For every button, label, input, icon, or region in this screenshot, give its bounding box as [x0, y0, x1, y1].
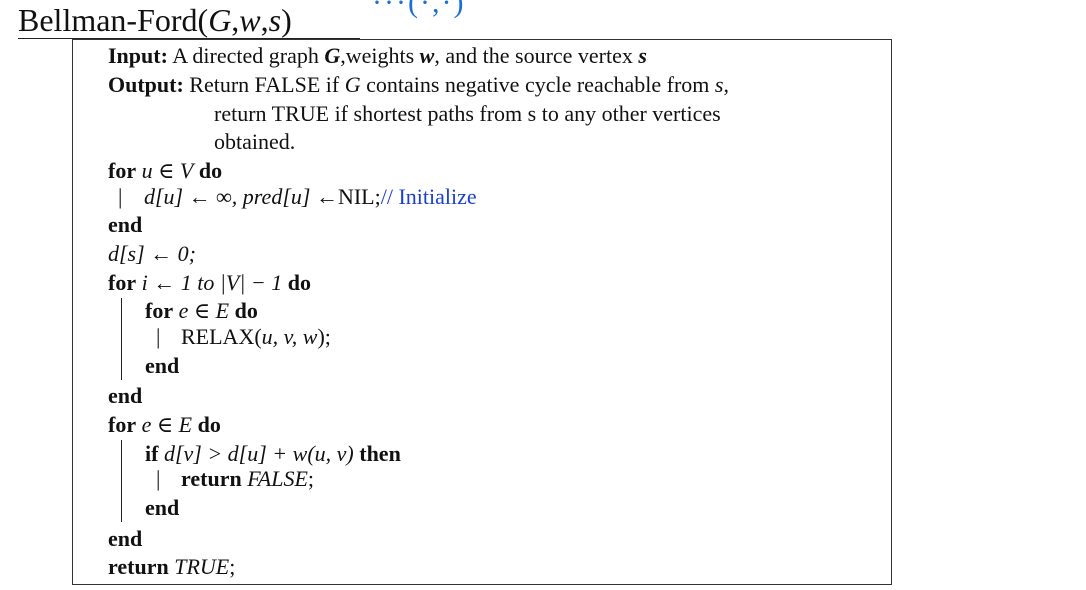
code-for-edges: for e ∈ E do	[145, 297, 258, 325]
code-end: end	[108, 212, 143, 237]
code-source-init: d[s] ← 0;	[108, 241, 197, 266]
loop-expr: e ∈ E	[178, 298, 230, 323]
algorithm-title: Bellman-Ford(G,w,s)	[18, 2, 292, 38]
keyword-for: for	[108, 158, 137, 183]
code-return-false: return FALSE;	[181, 465, 314, 493]
relax-close: );	[317, 324, 331, 349]
output-text: contains negative cycle reachable from	[360, 72, 715, 97]
input-label: Input:	[108, 43, 168, 68]
output-line-1: Output: Return FALSE if G contains negat…	[108, 71, 729, 99]
title-param-s: s	[268, 2, 282, 38]
input-graph-var: G	[324, 43, 341, 68]
code-for-iter: for i ← 1 to |V| − 1 do	[108, 269, 311, 297]
relax-args: u, v, w	[261, 324, 318, 349]
keyword-do: do	[234, 298, 258, 323]
input-text: , and the source vertex	[434, 43, 639, 68]
block-bar-glyph: |	[156, 324, 161, 349]
return-value: TRUE	[174, 554, 230, 579]
loop-expr: u ∈ V	[141, 158, 194, 183]
loop-expr: |V| − 1	[214, 270, 283, 295]
code-end: end	[145, 353, 180, 378]
code-end: end	[108, 383, 143, 408]
code-if: if d[v] > d[u] + w(u, v) then	[145, 440, 401, 468]
output-text: Return FALSE if	[189, 72, 345, 97]
title-name: Bellman-Ford(	[18, 2, 209, 38]
keyword-do: do	[197, 412, 221, 437]
output-line-2: return TRUE if shortest paths from s to …	[214, 101, 721, 126]
block-rule	[121, 298, 122, 380]
keyword-do: do	[287, 270, 311, 295]
output-text: ,	[723, 72, 729, 97]
input-text: A directed graph	[172, 43, 325, 68]
output-graph-var: G	[344, 72, 361, 97]
keyword-for: for	[145, 298, 174, 323]
block-rule	[121, 440, 122, 522]
input-weights-var: w	[419, 43, 435, 68]
input-source-var: s	[638, 43, 647, 68]
title-comma: ,	[260, 2, 269, 38]
code-for-init: for u ∈ V do	[108, 157, 222, 185]
cut-off-header-glyphs: ···(·,·)	[372, 0, 466, 19]
code-relax: RELAX(u, v, w);	[181, 323, 331, 351]
keyword-return: return	[181, 466, 242, 491]
keyword-for: for	[108, 412, 137, 437]
title-param-w: w	[239, 2, 261, 38]
loop-expr: i ← 1	[141, 270, 198, 295]
title-close-paren: )	[281, 2, 292, 38]
input-text: ,weights	[340, 43, 420, 68]
init-nil: NIL;	[337, 184, 381, 209]
output-label: Output:	[108, 72, 184, 97]
input-line: Input: A directed graph G,weights w, and…	[108, 42, 647, 70]
return-value: FALSE	[247, 466, 308, 491]
code-return-true: return TRUE;	[108, 553, 235, 581]
code-end: end	[108, 526, 143, 551]
init-comment: // Initialize	[380, 184, 477, 209]
keyword-for: for	[108, 270, 137, 295]
keyword-do: do	[198, 158, 223, 183]
title-param-g: G	[208, 2, 232, 38]
keyword-then: then	[359, 441, 401, 466]
block-bar-glyph: |	[156, 466, 161, 491]
init-statement: d[u] ← ∞, pred[u] ←	[144, 184, 338, 209]
keyword-if: if	[145, 441, 159, 466]
keyword-return: return	[108, 554, 169, 579]
if-condition: d[v] > d[u] + w(u, v)	[163, 441, 354, 466]
relax-name: RELAX(	[181, 324, 262, 349]
block-bar-glyph: |	[118, 184, 123, 209]
code-end: end	[145, 495, 180, 520]
keyword-to: to	[197, 270, 215, 295]
semicolon: ;	[229, 554, 236, 579]
loop-expr: e ∈ E	[141, 412, 193, 437]
code-for-check: for e ∈ E do	[108, 411, 221, 439]
semicolon: ;	[307, 466, 315, 491]
code-init-stmt: d[u] ← ∞, pred[u] ←NIL;// Initialize	[144, 183, 477, 211]
output-line-3: obtained.	[214, 129, 296, 154]
